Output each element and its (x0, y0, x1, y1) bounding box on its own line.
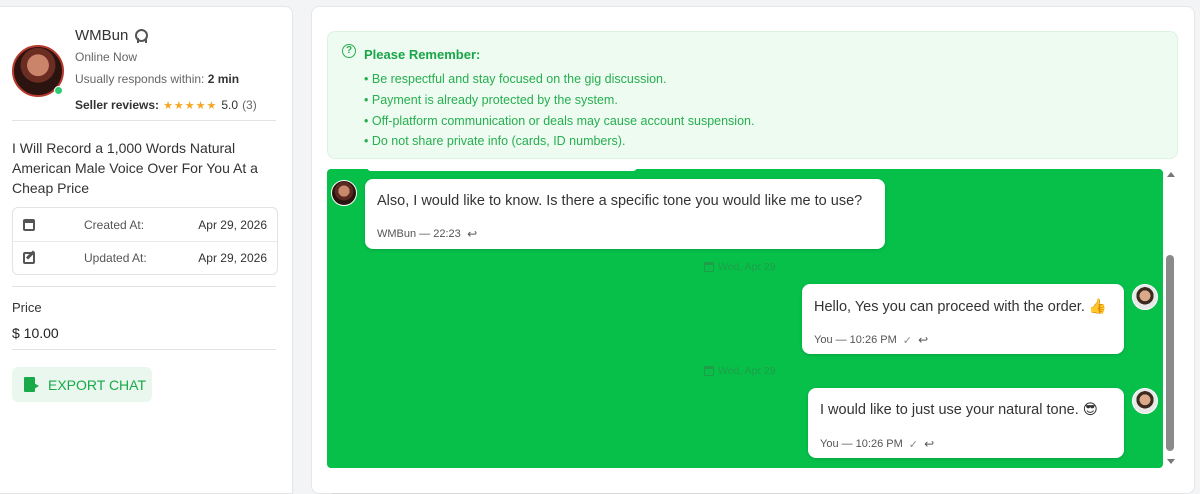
notice-item: Off-platform communication or deals may … (364, 111, 755, 132)
date-separator: Wed, Apr 29 (704, 365, 776, 377)
notice-item: Do not share private info (cards, ID num… (364, 131, 754, 152)
message-bubble-sent[interactable]: Hello, Yes you can proceed with the orde… (802, 284, 1124, 354)
response-time-value: 2 min (207, 72, 240, 86)
message-meta: You — 10:26 PM ✓ ↪ (820, 437, 934, 451)
award-badge-icon (134, 28, 149, 43)
seller-avatar[interactable] (12, 45, 64, 97)
date-separator-text: Wed, Apr 29 (718, 261, 776, 273)
export-chat-button[interactable]: EXPORT CHAT (12, 367, 152, 402)
notice-title: Please Remember: (364, 47, 481, 62)
notice-item: Payment is already protected by the syst… (364, 90, 754, 111)
edit-icon (23, 252, 35, 264)
scroll-down-arrow-icon[interactable] (1167, 459, 1175, 464)
scroll-up-arrow-icon[interactable] (1167, 172, 1175, 177)
message-text: I would like to just use your natural to… (820, 402, 1098, 418)
seller-reviews: Seller reviews: ★★★★★ 5.0 (3) (75, 98, 257, 112)
updated-at-value: Apr 29, 2026 (198, 251, 267, 265)
star-rating-icons: ★★★★★ (163, 99, 218, 112)
notice-list: Be respectful and stay focused on the gi… (364, 69, 755, 152)
message-sender-time: WMBun — 22:23 (377, 228, 461, 240)
created-at-value: Apr 29, 2026 (198, 217, 267, 232)
divider (12, 120, 276, 121)
gig-dates-box: Created At: Apr 29, 2026 Updated At: Apr… (12, 207, 278, 275)
reply-icon[interactable]: ↪ (924, 437, 934, 451)
check-icon: ✓ (902, 334, 912, 347)
chat-scrollbar[interactable] (1164, 169, 1178, 468)
calendar-icon (704, 262, 714, 272)
message-bubble-sent[interactable]: I would like to just use your natural to… (808, 388, 1124, 458)
calendar-icon (704, 366, 714, 376)
divider (12, 349, 276, 350)
response-time-label: Usually responds within: (75, 72, 205, 86)
message-bubble-received[interactable]: Also, I would like to know. Is there a s… (365, 179, 885, 249)
rules-notice: ? Please Remember: Be respectful and sta… (327, 31, 1178, 159)
message-text: Also, I would like to know. Is there a s… (377, 193, 863, 209)
review-count: (3) (242, 98, 257, 112)
online-status-text: Online Now (75, 50, 138, 64)
reviews-label: Seller reviews: (75, 98, 160, 112)
message-meta: You — 10:26 PM ✓ ↪ (814, 333, 928, 347)
calendar-icon (23, 218, 35, 231)
message-meta: WMBun — 22:23 ↪ (377, 227, 477, 241)
created-at-label: Created At: (84, 217, 145, 232)
date-separator: Wed, Apr 29 (704, 261, 776, 273)
export-chat-label: EXPORT CHAT (48, 376, 147, 393)
seller-name[interactable]: WMBun (75, 27, 149, 44)
date-separator-text: Wed, Apr 29 (718, 365, 776, 377)
price-label: Price (12, 300, 42, 315)
check-icon: ✓ (908, 438, 918, 451)
user-chat-avatar (1132, 284, 1158, 310)
message-sender-time: You — 10:26 PM (820, 438, 903, 450)
reply-icon[interactable]: ↪ (467, 227, 477, 241)
online-status-dot (54, 86, 63, 95)
updated-at-label: Updated At: (84, 251, 147, 265)
scroll-thumb[interactable] (1166, 255, 1174, 451)
response-time: Usually responds within: 2 min (75, 72, 239, 86)
message-sender-time: You — 10:26 PM (814, 334, 897, 346)
seller-name-text: WMBun (75, 27, 129, 44)
file-export-icon (24, 376, 40, 393)
message-text: Hello, Yes you can proceed with the orde… (814, 299, 1107, 315)
divider (12, 286, 276, 287)
reply-icon[interactable]: ↪ (918, 333, 928, 347)
rating-value: 5.0 (221, 98, 239, 112)
chat-panel: ? Please Remember: Be respectful and sta… (311, 6, 1195, 494)
seller-chat-avatar (331, 180, 357, 206)
notice-item: Be respectful and stay focused on the gi… (364, 69, 754, 90)
seller-sidebar: WMBun Online Now Usually responds within… (0, 6, 293, 494)
message-list[interactable]: Also, I would like to know. Is there a s… (327, 169, 1163, 468)
previous-message-edge (367, 169, 637, 171)
created-at-row: Created At: Apr 29, 2026 (13, 208, 277, 242)
gig-title: I Will Record a 1,000 Words Natural Amer… (12, 140, 258, 196)
user-chat-avatar (1132, 388, 1158, 414)
updated-at-row: Updated At: Apr 29, 2026 (13, 241, 277, 275)
price-value: $ 10.00 (12, 325, 59, 341)
question-circle-icon: ? (342, 44, 356, 58)
